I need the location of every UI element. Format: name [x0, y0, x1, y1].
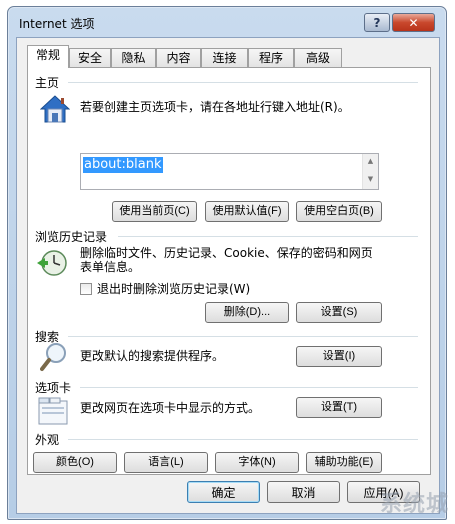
scroll-down-icon[interactable]: ▼ [363, 175, 378, 183]
tab-security[interactable]: 安全 [69, 48, 111, 67]
search-settings-button[interactable]: 设置(I) [296, 346, 382, 367]
home-separator [68, 82, 418, 83]
house-icon [40, 95, 70, 123]
help-icon: ? [373, 15, 381, 30]
colors-button[interactable]: 颜色(O) [33, 452, 117, 473]
search-description: 更改默认的搜索提供程序。 [80, 349, 225, 363]
history-description-line2: 表单信息。 [80, 260, 141, 274]
delete-history-button[interactable]: 删除(D)... [205, 302, 289, 323]
help-button[interactable]: ? [364, 13, 390, 32]
home-input-scrollbar[interactable]: ▲ ▼ [362, 154, 378, 189]
home-page-input[interactable]: about:blank ▲ ▼ [80, 153, 379, 190]
history-settings-button[interactable]: 设置(S) [296, 302, 382, 323]
appearance-section-title: 外观 [35, 433, 60, 447]
accessibility-button[interactable]: 辅助功能(E) [306, 452, 382, 473]
tab-general[interactable]: 常规 [27, 45, 69, 68]
use-blank-button[interactable]: 使用空白页(B) [296, 201, 382, 222]
close-button[interactable]: ✕ [392, 13, 435, 32]
history-section-title: 浏览历史记录 [35, 230, 108, 244]
tab-privacy[interactable]: 隐私 [111, 48, 156, 67]
delete-history-on-exit-label[interactable]: 退出时删除浏览历史记录(W) [97, 282, 250, 296]
tab-advanced[interactable]: 高级 [294, 48, 342, 67]
home-section-title: 主页 [35, 76, 60, 90]
tabs-separator [80, 387, 418, 388]
home-description: 若要创建主页选项卡，请在各地址行键入地址(R)。 [80, 100, 350, 114]
history-description-line1: 删除临时文件、历史记录、Cookie、保存的密码和网页 [80, 246, 373, 260]
fonts-button[interactable]: 字体(N) [215, 452, 299, 473]
close-icon: ✕ [408, 15, 419, 30]
use-default-button[interactable]: 使用默认值(F) [205, 201, 289, 222]
cancel-button[interactable]: 取消 [267, 481, 340, 503]
tabs-section-title: 选项卡 [35, 381, 72, 395]
tabbed-window-icon [38, 397, 68, 425]
search-separator [68, 336, 418, 337]
use-current-button[interactable]: 使用当前页(C) [112, 201, 197, 222]
ok-button[interactable]: 确定 [187, 481, 260, 503]
history-clock-icon [37, 250, 67, 276]
magnifier-icon [40, 343, 66, 371]
home-page-value: about:blank [83, 157, 163, 173]
internet-options-dialog: Internet 选项 ? ✕ 常规 安全 隐私 内容 连接 程序 高级 主页 … [7, 6, 447, 520]
delete-history-on-exit-checkbox[interactable] [80, 283, 92, 295]
tab-connections[interactable]: 连接 [201, 48, 248, 67]
history-separator [118, 236, 418, 237]
scroll-up-icon[interactable]: ▲ [363, 157, 378, 165]
tabs-settings-button[interactable]: 设置(T) [296, 397, 382, 418]
watermark-logo: 系统城 [379, 492, 449, 517]
appearance-separator [68, 439, 418, 440]
title-bar[interactable]: Internet 选项 ? ✕ [8, 7, 446, 37]
tab-programs[interactable]: 程序 [248, 48, 294, 67]
dialog-client-area: 常规 安全 隐私 内容 连接 程序 高级 主页 若要创建主页选项卡，请在各地址行… [16, 37, 440, 514]
window-title: Internet 选项 [19, 17, 95, 31]
tab-content[interactable]: 内容 [156, 48, 201, 67]
general-tab-panel: 主页 若要创建主页选项卡，请在各地址行键入地址(R)。 about:blank … [27, 67, 431, 475]
tabs-description: 更改网页在选项卡中显示的方式。 [80, 401, 261, 415]
languages-button[interactable]: 语言(L) [124, 452, 208, 473]
